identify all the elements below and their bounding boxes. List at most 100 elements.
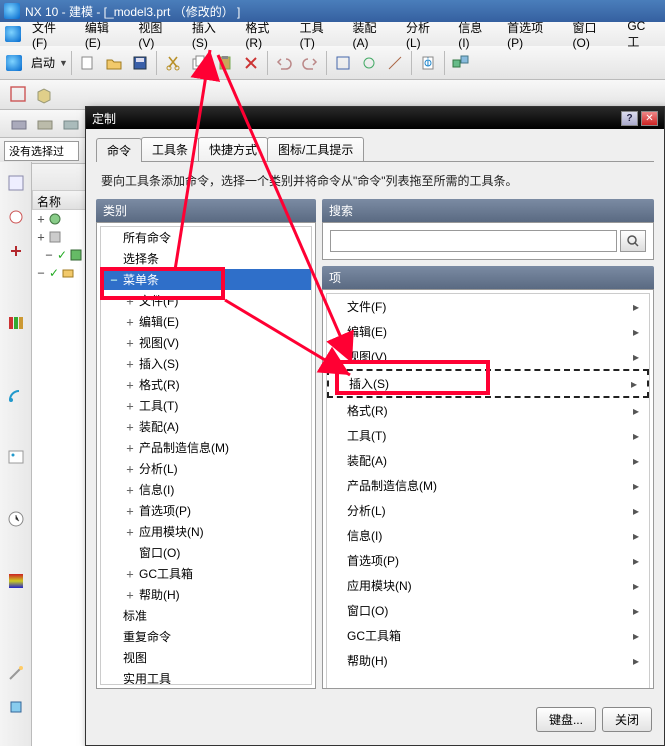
category-item[interactable]: −菜单条 (101, 269, 311, 290)
category-item[interactable]: +文件(F) (101, 290, 311, 311)
list-item[interactable]: 产品制造信息(M)▸ (327, 473, 649, 498)
delete-icon[interactable] (240, 52, 262, 74)
list-item[interactable]: 首选项(P)▸ (327, 548, 649, 573)
list-item[interactable]: 应用模块(N)▸ (327, 573, 649, 598)
list-item[interactable]: 窗口(O)▸ (327, 598, 649, 623)
image-icon[interactable] (3, 444, 29, 470)
sketch-icon[interactable] (8, 84, 30, 106)
nav-icon[interactable] (3, 170, 29, 196)
history-icon[interactable] (3, 204, 29, 230)
category-item[interactable]: +编辑(E) (101, 311, 311, 332)
list-item[interactable]: 装配(A)▸ (327, 448, 649, 473)
category-item[interactable]: 标准 (101, 605, 311, 626)
category-item[interactable]: +首选项(P) (101, 500, 311, 521)
menu-gc[interactable]: GC工 (621, 17, 663, 52)
start-button[interactable]: 启动 (27, 54, 59, 71)
category-item[interactable]: 所有命令 (101, 227, 311, 248)
new-icon[interactable] (77, 52, 99, 74)
category-item[interactable]: +帮助(H) (101, 584, 311, 605)
paste-icon[interactable] (214, 52, 236, 74)
list-item[interactable]: GC工具箱▸ (327, 623, 649, 648)
clock-icon[interactable] (3, 506, 29, 532)
tool-c-icon[interactable] (384, 52, 406, 74)
category-item[interactable]: 视图 (101, 647, 311, 668)
list-item[interactable]: 工具(T)▸ (327, 423, 649, 448)
category-item[interactable]: 窗口(O) (101, 542, 311, 563)
tab-commands[interactable]: 命令 (96, 138, 142, 162)
search-button[interactable] (620, 230, 646, 252)
menu-assembly[interactable]: 装配(A) (346, 17, 398, 52)
books-icon[interactable] (3, 310, 29, 336)
category-item[interactable]: +视图(V) (101, 332, 311, 353)
category-item[interactable]: +格式(R) (101, 374, 311, 395)
help-icon[interactable]: ? (621, 111, 638, 126)
gradient-icon[interactable] (3, 568, 29, 594)
category-item[interactable]: +装配(A) (101, 416, 311, 437)
selection-filter[interactable]: 没有选择过滤 (4, 141, 79, 161)
tool-a-icon[interactable] (332, 52, 354, 74)
tree-row[interactable]: −✓ (32, 246, 92, 264)
save-icon[interactable] (129, 52, 151, 74)
cut-icon[interactable] (162, 52, 184, 74)
menu-insert[interactable]: 插入(S) (186, 17, 238, 52)
list-item[interactable]: 帮助(H)▸ (327, 648, 649, 673)
cast-icon[interactable] (3, 382, 29, 408)
menu-format[interactable]: 格式(R) (239, 17, 291, 52)
category-item[interactable]: +信息(I) (101, 479, 311, 500)
undo-icon[interactable] (273, 52, 295, 74)
category-item[interactable]: 实用工具 (101, 668, 311, 685)
box-icon[interactable] (34, 84, 56, 106)
category-item[interactable]: +工具(T) (101, 395, 311, 416)
tab-toolbars[interactable]: 工具条 (141, 137, 199, 161)
menu-window[interactable]: 窗口(O) (567, 17, 620, 52)
menu-prefs[interactable]: 首选项(P) (501, 17, 564, 52)
list-item[interactable]: 插入(S)▸ (327, 369, 649, 398)
block-icon[interactable] (3, 694, 29, 720)
category-item[interactable]: +插入(S) (101, 353, 311, 374)
tree-row[interactable]: + (32, 228, 92, 246)
tab-icons[interactable]: 图标/工具提示 (267, 137, 364, 161)
constraint-icon[interactable] (3, 238, 29, 264)
open-icon[interactable] (103, 52, 125, 74)
menu-view[interactable]: 视图(V) (132, 17, 184, 52)
list-item[interactable]: 格式(R)▸ (327, 398, 649, 423)
tab-shortcuts[interactable]: 快捷方式 (198, 137, 268, 161)
col-name[interactable]: 名称 (32, 190, 92, 210)
category-list[interactable]: 所有命令选择条−菜单条+文件(F)+编辑(E)+视图(V)+插入(S)+格式(R… (100, 226, 312, 685)
v2-icon[interactable] (34, 113, 56, 135)
tool-b-icon[interactable] (358, 52, 380, 74)
copy-icon[interactable] (188, 52, 210, 74)
v1-icon[interactable] (8, 113, 30, 135)
list-item[interactable]: 分析(L)▸ (327, 498, 649, 523)
list-item[interactable]: 文件(F)▸ (327, 294, 649, 319)
close-icon[interactable]: ✕ (641, 111, 658, 126)
category-item[interactable]: +分析(L) (101, 458, 311, 479)
tree-row[interactable]: −✓ (32, 264, 92, 282)
list-item[interactable]: 编辑(E)▸ (327, 319, 649, 344)
item-list[interactable]: 文件(F)▸编辑(E)▸视图(V)▸插入(S)▸格式(R)▸工具(T)▸装配(A… (326, 293, 650, 689)
category-item[interactable]: 选择条 (101, 248, 311, 269)
keyboard-button[interactable]: 键盘... (536, 707, 596, 732)
assembly-icon[interactable] (450, 52, 472, 74)
menu-tools[interactable]: 工具(T) (294, 17, 345, 52)
v3-icon[interactable] (60, 113, 82, 135)
category-item[interactable]: +GC工具箱 (101, 563, 311, 584)
tree-row[interactable]: + (32, 210, 92, 228)
redo-icon[interactable] (299, 52, 321, 74)
menu-info[interactable]: 信息(I) (452, 17, 499, 52)
menu-edit[interactable]: 编辑(E) (79, 17, 131, 52)
list-item[interactable]: 视图(V)▸ (327, 344, 649, 369)
search-input[interactable] (330, 230, 617, 252)
close-button[interactable]: 关闭 (602, 707, 652, 732)
app-menu-icon[interactable] (5, 26, 21, 42)
menu-analysis[interactable]: 分析(L) (400, 17, 450, 52)
category-item[interactable]: +产品制造信息(M) (101, 437, 311, 458)
wand-icon[interactable] (3, 660, 29, 686)
list-item[interactable]: 信息(I)▸ (327, 523, 649, 548)
category-item[interactable]: 重复命令 (101, 626, 311, 647)
category-item[interactable]: +应用模块(N) (101, 521, 311, 542)
instruction-text: 要向工具条添加命令，选择一个类别并将命令从"命令"列表拖至所需的工具条。 (86, 162, 664, 199)
info-icon[interactable]: i (417, 52, 439, 74)
menu-file[interactable]: 文件(F) (26, 17, 77, 52)
svg-text:i: i (427, 55, 430, 69)
